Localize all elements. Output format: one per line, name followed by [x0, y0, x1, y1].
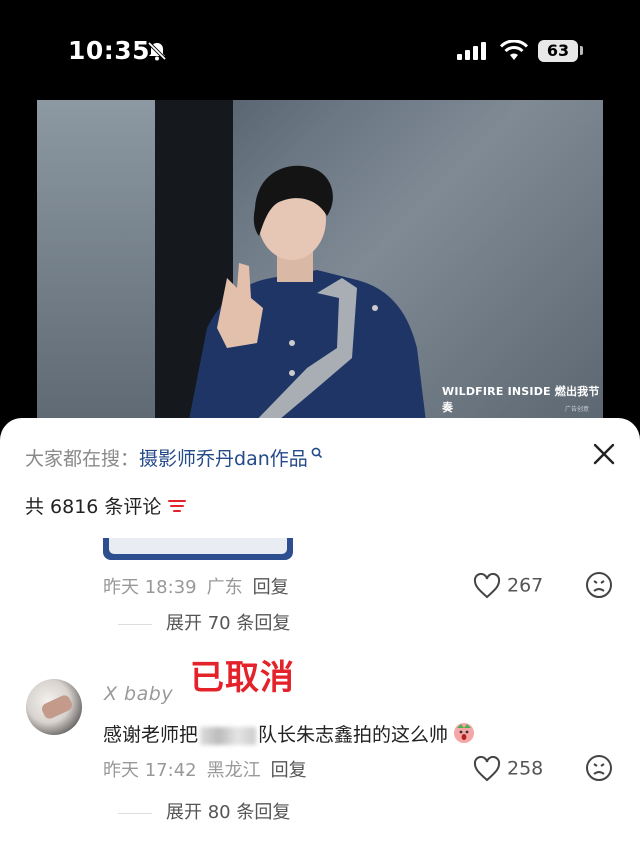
- cellular-signal-icon: [457, 42, 487, 64]
- blurred-text: [200, 726, 257, 745]
- status-bar: 10:35 63: [0, 0, 640, 100]
- comment-count-row: 共 6816 条评论: [25, 492, 187, 519]
- expand-divider: [118, 623, 152, 625]
- heart-icon: [473, 755, 501, 782]
- wifi-icon: [499, 39, 529, 66]
- cancelled-overlay-text: 已取消: [190, 658, 295, 698]
- comment-time: 昨天 18:39: [103, 577, 197, 598]
- like-count: 258: [507, 757, 544, 780]
- comment-text-part1: 感谢老师把: [103, 724, 199, 746]
- heart-icon: [473, 572, 501, 599]
- video-ad-note: 广告创意: [564, 406, 589, 413]
- sort-filter-icon[interactable]: [167, 497, 187, 519]
- battery-indicator: 63: [538, 40, 578, 62]
- expand-replies-button[interactable]: 展开 80 条回复: [118, 798, 290, 824]
- trending-search-term[interactable]: 摄影师乔丹dan作品: [139, 448, 308, 470]
- frown-face-icon: [586, 572, 612, 598]
- comment-location: 广东: [206, 577, 243, 598]
- reply-button[interactable]: 回复: [271, 760, 307, 781]
- reply-button[interactable]: 回复: [253, 577, 289, 598]
- trending-search[interactable]: 大家都在搜：摄影师乔丹dan作品: [25, 444, 323, 471]
- comment-text: 感谢老师把 队长朱志鑫拍的这么帅: [103, 720, 476, 750]
- comment-count: 共 6816 条评论: [25, 496, 162, 518]
- close-button[interactable]: [590, 440, 618, 468]
- trending-search-label: 大家都在搜：: [25, 448, 140, 470]
- video-player[interactable]: WILDFIRE INSIDE 燃出我节奏 广告创意: [37, 100, 603, 430]
- expand-replies-label: 展开 80 条回复: [166, 802, 291, 823]
- video-backdrop-light: [37, 100, 155, 430]
- comment-text-part2: 队长朱志鑫拍的这么帅: [258, 724, 449, 746]
- comment-location: 黑龙江: [206, 760, 261, 781]
- comment-meta: 昨天 18:39 广东 回复: [103, 573, 299, 599]
- like-count: 267: [507, 574, 544, 597]
- close-icon: [593, 443, 615, 465]
- status-time: 10:35: [68, 36, 151, 65]
- expand-divider: [118, 812, 152, 814]
- dislike-button[interactable]: [585, 571, 613, 603]
- comment-meta: 昨天 17:42 黑龙江 回复: [103, 756, 317, 782]
- comment-panel: 大家都在搜：摄影师乔丹dan作品 共 6816 条评论 昨天 18:39 广东 回复…: [0, 418, 640, 859]
- comment-time: 昨天 17:42: [103, 760, 197, 781]
- comment-image-attachment[interactable]: [103, 538, 293, 560]
- like-button[interactable]: 267: [473, 572, 544, 599]
- expand-replies-button[interactable]: 展开 70 条回复: [118, 609, 290, 635]
- battery-nub: [580, 46, 583, 55]
- frown-face-icon: [586, 755, 612, 781]
- like-button[interactable]: 258: [473, 755, 544, 782]
- avatar[interactable]: [26, 679, 82, 735]
- person-figure: [187, 165, 427, 430]
- shocked-face-emoji-icon: [452, 721, 476, 750]
- mute-bell-icon: [146, 40, 168, 66]
- expand-replies-label: 展开 70 条回复: [166, 613, 291, 634]
- search-icon: [311, 444, 323, 466]
- comment-username[interactable]: X baby: [104, 683, 173, 705]
- dislike-button[interactable]: [585, 754, 613, 786]
